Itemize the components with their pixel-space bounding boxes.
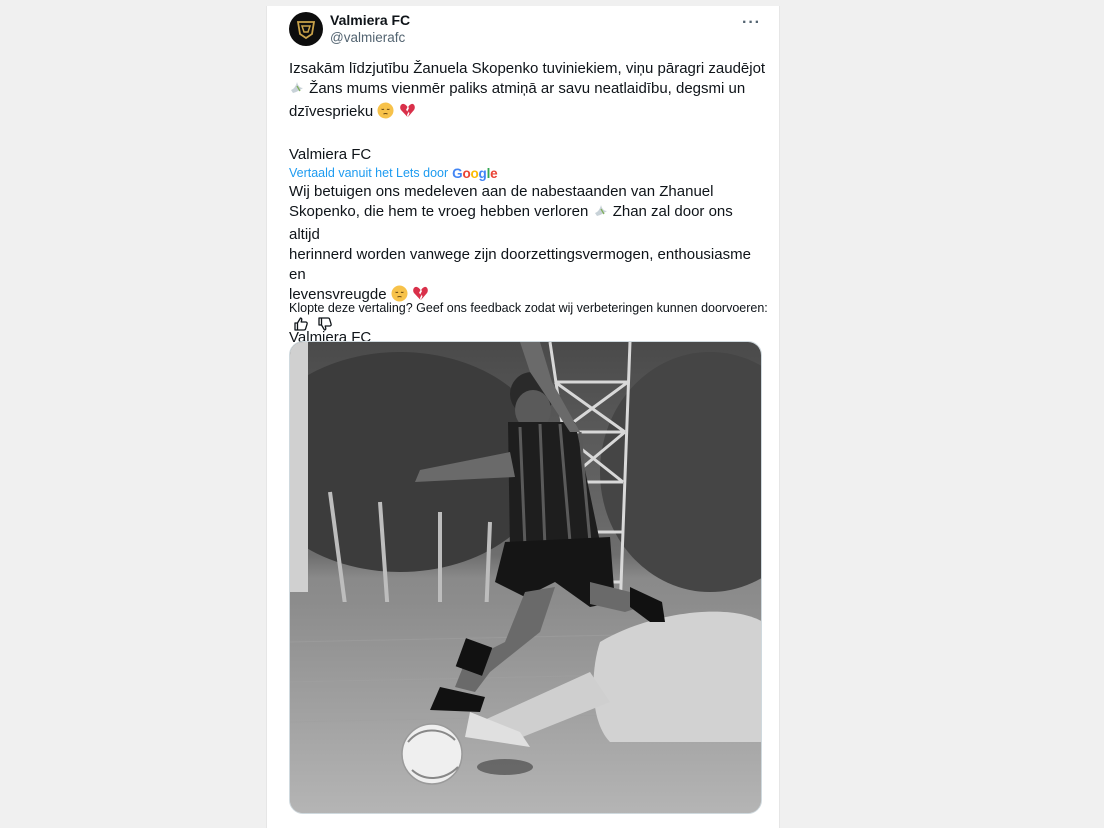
translation-feedback-question: Klopte deze vertaling? Geef ons feedback… bbox=[289, 301, 768, 315]
original-line-1: Izsakām līdzjutību Žanuela Skopenko tuvi… bbox=[289, 60, 766, 77]
thumbs-up-icon[interactable] bbox=[293, 316, 309, 332]
translation-line-1: Wij betuigen ons medeleven aan de nabest… bbox=[289, 183, 714, 200]
avatar[interactable] bbox=[289, 12, 323, 46]
tweet-card: Valmiera FC @valmierafc ··· Izsakām līdz… bbox=[266, 6, 780, 828]
translation-line-3: herinnerd worden vanwege zijn doorzettin… bbox=[289, 246, 751, 283]
original-line-2: Žans mums vienmēr paliks atmiņā ar savu … bbox=[289, 79, 767, 102]
tweet-header: Valmiera FC @valmierafc bbox=[289, 12, 410, 46]
thumbs-down-icon[interactable] bbox=[317, 316, 333, 332]
pensive-face-icon bbox=[377, 102, 394, 125]
author-handle[interactable]: @valmierafc bbox=[330, 29, 410, 46]
more-icon[interactable]: ··· bbox=[742, 14, 761, 32]
dove-icon bbox=[593, 203, 609, 225]
original-signature: Valmiera FC bbox=[289, 146, 372, 163]
football-player-photo bbox=[290, 342, 761, 813]
translation-feedback-buttons bbox=[293, 316, 333, 332]
translation-attribution[interactable]: Vertaald vanuit het Lets door Google bbox=[289, 165, 767, 182]
translation-line-2: Skopenko, die hem te vroeg hebben verlor… bbox=[289, 203, 733, 243]
google-logo: Google bbox=[452, 166, 498, 181]
valmiera-fc-logo-icon bbox=[296, 21, 316, 40]
tweet-photo[interactable] bbox=[289, 341, 762, 814]
original-line-3: dzīvesprieku bbox=[289, 102, 767, 125]
dove-icon bbox=[289, 80, 305, 102]
author-name[interactable]: Valmiera FC bbox=[330, 12, 410, 29]
translation-label: Vertaald vanuit het Lets door bbox=[289, 166, 449, 180]
broken-heart-icon bbox=[399, 102, 416, 125]
